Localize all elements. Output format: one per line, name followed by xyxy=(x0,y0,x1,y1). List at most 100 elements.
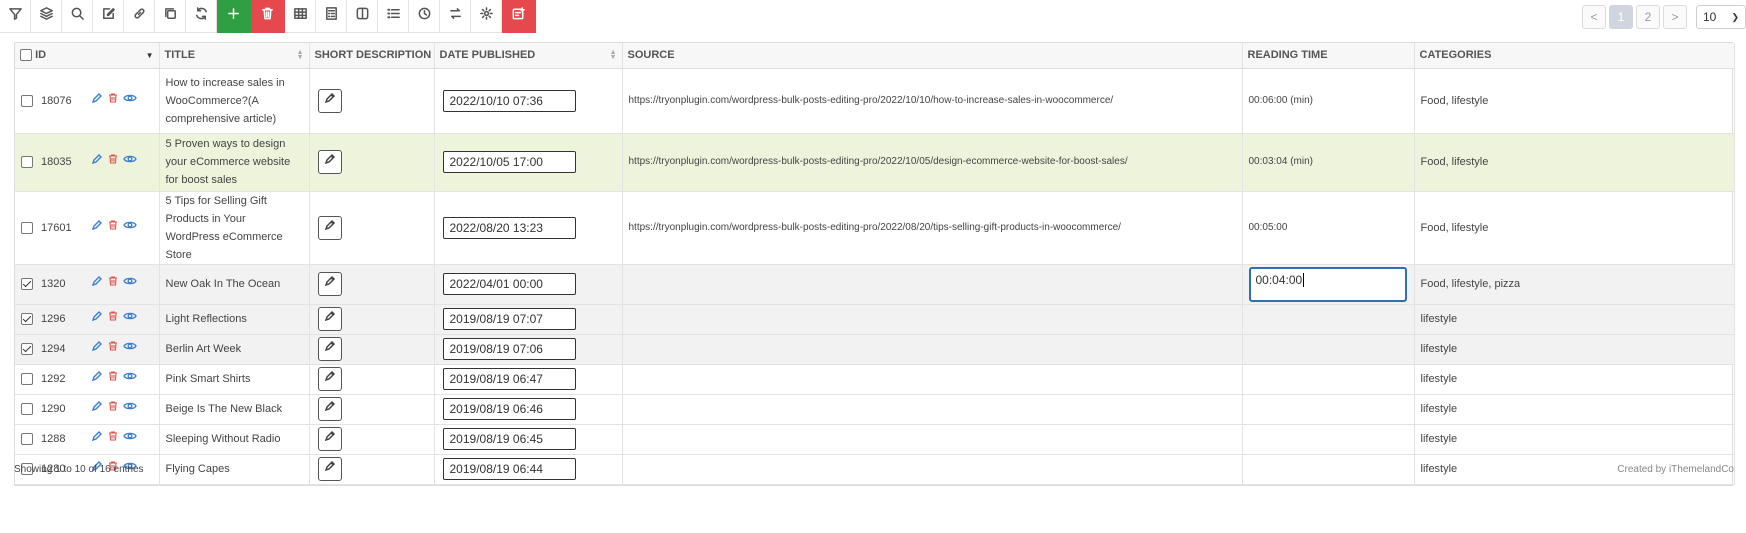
row-checkbox[interactable] xyxy=(21,373,33,385)
row-checkbox[interactable] xyxy=(21,278,33,290)
header-title[interactable]: TITLE ▲ ▼ xyxy=(159,43,310,69)
sort-desc-icon[interactable]: ▼ xyxy=(146,51,154,60)
title-cell[interactable]: Sleeping Without Radio xyxy=(159,424,310,455)
add-button[interactable] xyxy=(217,0,251,33)
categories-cell[interactable]: lifestyle xyxy=(1414,334,1735,365)
reading-time-cell[interactable] xyxy=(1242,334,1415,365)
date-published-input[interactable]: 2022/10/10 07:36 xyxy=(442,89,576,112)
date-published-input[interactable]: 2019/08/19 06:45 xyxy=(442,428,576,450)
search-button[interactable] xyxy=(62,0,93,33)
sort-icon[interactable]: ▲ ▼ xyxy=(610,49,617,61)
reading-time-cell[interactable] xyxy=(1242,424,1415,455)
row-checkbox[interactable] xyxy=(21,221,33,234)
edit-description-button[interactable] xyxy=(317,88,342,113)
pencil-icon[interactable] xyxy=(91,219,103,237)
reading-time-cell[interactable] xyxy=(1242,454,1415,485)
trash-icon[interactable] xyxy=(107,153,119,171)
edit-description-button[interactable] xyxy=(317,337,342,361)
source-cell[interactable]: https://tryonplugin.com/wordpress-bulk-p… xyxy=(622,68,1243,134)
reading-time-cell[interactable] xyxy=(1242,364,1415,395)
edit-description-button[interactable] xyxy=(317,272,342,296)
reading-time-cell[interactable]: 00:04:00 xyxy=(1242,264,1415,305)
reading-time-input[interactable]: 00:04:00 xyxy=(1248,266,1407,302)
row-checkbox[interactable] xyxy=(21,94,33,107)
source-cell[interactable] xyxy=(622,394,1243,425)
edit-description-button[interactable] xyxy=(317,307,342,331)
title-cell[interactable]: New Oak In The Ocean xyxy=(159,264,310,305)
date-published-input[interactable]: 2019/08/19 06:46 xyxy=(442,398,576,420)
reading-time-cell[interactable]: 00:03:04 (min) xyxy=(1242,133,1415,192)
delete-button[interactable] xyxy=(251,0,285,33)
row-checkbox[interactable] xyxy=(21,343,33,355)
source-cell[interactable] xyxy=(622,264,1243,305)
title-cell[interactable]: Light Reflections xyxy=(159,304,310,335)
reading-time-cell[interactable] xyxy=(1242,304,1415,335)
title-cell[interactable]: Flying Capes xyxy=(159,454,310,485)
pencil-icon[interactable] xyxy=(91,92,103,110)
settings-button[interactable] xyxy=(471,0,502,33)
history-button[interactable] xyxy=(409,0,440,33)
bulk-edit-button[interactable] xyxy=(93,0,124,33)
edit-description-button[interactable] xyxy=(317,397,342,421)
eye-icon[interactable] xyxy=(123,340,137,358)
calculator-button[interactable] xyxy=(316,0,347,33)
trash-icon[interactable] xyxy=(107,340,119,358)
source-cell[interactable] xyxy=(622,454,1243,485)
pencil-icon[interactable] xyxy=(91,430,103,448)
edit-description-button[interactable] xyxy=(317,215,342,240)
columns-button[interactable] xyxy=(347,0,378,33)
date-published-input[interactable]: 2019/08/19 06:47 xyxy=(442,368,576,390)
edit-description-button[interactable] xyxy=(317,457,342,481)
eye-icon[interactable] xyxy=(123,370,137,388)
select-all-checkbox[interactable] xyxy=(20,49,32,62)
title-cell[interactable]: 5 Tips for Selling Gift Products in Your… xyxy=(159,191,310,265)
row-checkbox[interactable] xyxy=(21,403,33,415)
header-short-description[interactable]: SHORT DESCRIPTION xyxy=(309,43,435,69)
bulk-new-button[interactable] xyxy=(502,0,536,33)
date-published-input[interactable]: 2019/08/19 06:44 xyxy=(442,458,576,480)
title-cell[interactable]: 5 Proven ways to design your eCommerce w… xyxy=(159,133,310,192)
edit-description-button[interactable] xyxy=(317,150,342,174)
row-checkbox[interactable] xyxy=(21,156,33,168)
list-button[interactable] xyxy=(378,0,409,33)
title-cell[interactable]: Berlin Art Week xyxy=(159,334,310,365)
date-published-input[interactable]: 2022/10/05 17:00 xyxy=(442,151,576,173)
header-categories[interactable]: CATEGORIES xyxy=(1414,43,1735,69)
reading-time-cell[interactable]: 00:05:00 xyxy=(1242,191,1415,265)
duplicate-button[interactable] xyxy=(155,0,186,33)
categories-cell[interactable]: lifestyle xyxy=(1414,364,1735,395)
edit-description-button[interactable] xyxy=(317,367,342,391)
eye-icon[interactable] xyxy=(123,219,137,237)
source-cell[interactable]: https://tryonplugin.com/wordpress-bulk-p… xyxy=(622,133,1243,192)
date-published-input[interactable]: 2022/04/01 00:00 xyxy=(442,273,576,295)
categories-cell[interactable]: Food, lifestyle xyxy=(1414,133,1735,192)
header-date-published[interactable]: DATE PUBLISHED ▲ ▼ xyxy=(434,43,623,69)
categories-cell[interactable]: lifestyle xyxy=(1414,424,1735,455)
source-cell[interactable] xyxy=(622,424,1243,455)
source-cell[interactable] xyxy=(622,334,1243,365)
header-id[interactable]: ID ▼ xyxy=(15,43,160,69)
source-cell[interactable]: https://tryonplugin.com/wordpress-bulk-p… xyxy=(622,191,1243,265)
trash-icon[interactable] xyxy=(107,92,119,110)
page-1-button[interactable]: 1 xyxy=(1609,5,1633,29)
trash-icon[interactable] xyxy=(107,400,119,418)
pencil-icon[interactable] xyxy=(91,310,103,328)
title-cell[interactable]: Beige Is The New Black xyxy=(159,394,310,425)
eye-icon[interactable] xyxy=(123,92,137,110)
link-button[interactable] xyxy=(124,0,155,33)
pencil-icon[interactable] xyxy=(91,370,103,388)
page-2-button[interactable]: 2 xyxy=(1636,5,1660,29)
date-published-input[interactable]: 2019/08/19 07:06 xyxy=(442,338,576,360)
row-checkbox[interactable] xyxy=(21,313,33,325)
pencil-icon[interactable] xyxy=(91,400,103,418)
source-cell[interactable] xyxy=(622,364,1243,395)
pencil-icon[interactable] xyxy=(91,153,103,171)
header-reading-time[interactable]: READING TIME xyxy=(1242,43,1415,69)
categories-cell[interactable]: Food, lifestyle xyxy=(1414,191,1735,265)
trash-icon[interactable] xyxy=(107,219,119,237)
swap-button[interactable] xyxy=(440,0,471,33)
row-checkbox[interactable] xyxy=(21,433,33,445)
filter-button[interactable] xyxy=(0,0,31,33)
trash-icon[interactable] xyxy=(107,275,119,293)
categories-cell[interactable]: Food, lifestyle, pizza xyxy=(1414,264,1735,305)
